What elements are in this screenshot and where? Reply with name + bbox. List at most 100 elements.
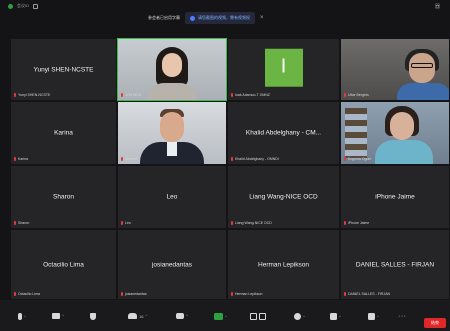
chevron-up-icon[interactable]: ^ xyxy=(303,314,305,319)
gallery-grid: Yunyi SHEN-NCSTE Yunyi SHEN-NCSTE JYM NI… xyxy=(10,38,450,300)
chevron-up-icon[interactable]: ^ xyxy=(145,314,147,318)
participant-tile-josianedantas[interactable]: josianedantas josianedantas xyxy=(117,229,227,300)
caption-banner: 参会者已启用字幕 请您截图的视频，需有视频权 × xyxy=(142,10,270,26)
participant-name: Herman Lepikson xyxy=(258,261,309,268)
participant-tile-khalid[interactable]: Khalid Abdelghany - CM... Khalid Abdelgh… xyxy=(227,101,340,165)
chevron-up-icon[interactable]: ^ xyxy=(225,314,227,319)
chevron-up-icon[interactable]: ^ xyxy=(377,314,379,319)
participant-label: JYM NICE xyxy=(121,93,141,97)
grid-icon xyxy=(33,3,38,9)
security-shield-icon xyxy=(8,3,13,9)
participant-tile-chenlei[interactable]: Chenlei xyxy=(117,101,227,165)
muted-mic-icon xyxy=(121,221,123,225)
meeting-id-text: 会议ID xyxy=(17,3,29,8)
participant-name: DANIEL SALLES - FIRJAN xyxy=(355,261,435,268)
chevron-up-icon[interactable]: ^ xyxy=(62,314,64,318)
participant-label: Karina xyxy=(14,157,28,161)
participant-tile-sharon[interactable]: Sharon Sharon xyxy=(10,165,117,229)
participant-video xyxy=(118,39,226,100)
meeting-window: 会议ID 器 参会者已启用字幕 请您截图的视频，需有视频权 × Yunyi SH… xyxy=(0,0,450,331)
muted-mic-icon xyxy=(121,157,123,161)
participant-label: Uttar Bergers xyxy=(344,93,369,97)
participant-tile-liang-wang[interactable]: Liang Wang-NICE OCD Liang Wang-NICE OCD xyxy=(227,165,340,229)
participant-tile-octacilio[interactable]: Octacilio Lima Octacilio Lima xyxy=(10,229,117,300)
participant-label: Herman Lepikson xyxy=(231,292,262,296)
chevron-up-icon[interactable]: ^ xyxy=(339,314,341,319)
record-button[interactable] xyxy=(250,313,266,320)
muted-mic-icon xyxy=(14,157,16,161)
apps-button[interactable]: ^ xyxy=(330,313,341,320)
muted-mic-icon xyxy=(14,221,16,225)
video-button[interactable]: ^ xyxy=(52,313,64,319)
share-screen-icon xyxy=(214,313,223,320)
end-meeting-button[interactable]: 结束 xyxy=(424,318,446,328)
participant-label: josianedantas xyxy=(121,292,147,296)
muted-mic-icon xyxy=(14,292,16,296)
chevron-up-icon[interactable]: ^ xyxy=(186,314,188,318)
view-toggle[interactable]: 器 xyxy=(435,3,440,10)
participant-label: Khalid Abdelghany - OMNDI xyxy=(231,157,279,161)
view-icon: 器 xyxy=(434,4,440,10)
shield-icon xyxy=(90,313,96,320)
whiteboard-button[interactable]: ^ xyxy=(368,313,379,320)
participant-label: Sharon xyxy=(14,221,29,225)
chat-button[interactable]: ^ xyxy=(176,313,188,319)
meeting-info[interactable]: 会议ID xyxy=(8,3,38,9)
more-button[interactable]: ··· xyxy=(398,313,407,320)
security-button[interactable] xyxy=(90,313,96,320)
reactions-button[interactable]: ^ xyxy=(294,313,305,320)
share-screen-button[interactable]: ^ xyxy=(214,313,227,320)
participant-tile-eugenia[interactable]: Eugenia Ogum xyxy=(340,101,450,165)
layout-icon xyxy=(259,313,266,320)
chat-icon xyxy=(176,313,184,319)
participant-name: Sharon xyxy=(53,193,74,201)
participant-tile-yunyi-shen[interactable]: Yunyi SHEN-NCSTE Yunyi SHEN-NCSTE xyxy=(10,38,117,101)
camera-icon xyxy=(52,313,60,319)
info-icon xyxy=(190,15,195,21)
mute-button[interactable]: ^ xyxy=(18,313,26,320)
participant-label: Eugenia Ogum xyxy=(344,157,371,161)
banner-close-button[interactable]: × xyxy=(260,15,264,21)
participant-label: iPhone Jaime xyxy=(344,221,369,225)
participant-label: Yunyi SHEN-NCSTE xyxy=(14,93,50,97)
top-bar: 会议ID 器 参会者已启用字幕 请您截图的视频，需有视频权 × xyxy=(0,0,450,38)
participant-name: Yunyi SHEN-NCSTE xyxy=(33,66,94,73)
muted-mic-icon xyxy=(231,292,233,296)
participant-name: Liang Wang-NICE OCD xyxy=(249,193,318,201)
muted-mic-icon xyxy=(344,157,346,161)
participant-video xyxy=(341,102,449,164)
participant-label: DANIEL SALLES - FIRJAN xyxy=(344,292,390,296)
participant-tile-jym-nice[interactable]: JYM NICE xyxy=(117,38,227,101)
participant-label: Octacilio Lima xyxy=(14,292,40,296)
participant-label: Iuak Adamou-T OMNZ xyxy=(231,93,270,97)
people-icon xyxy=(128,313,137,319)
whiteboard-icon xyxy=(368,313,375,320)
muted-mic-icon xyxy=(231,221,233,225)
participant-tile-karina[interactable]: Karina Karina xyxy=(10,101,117,165)
banner-link[interactable]: 请您截图的视频，需有视频权 xyxy=(185,12,255,24)
meeting-toolbar: ^ ^ 16 ^ ^ ^ ^ ^ ^ ··· xyxy=(0,300,450,331)
participant-tile-iuak[interactable]: I Iuak Adamou-T OMNZ xyxy=(227,38,340,101)
chevron-up-icon[interactable]: ^ xyxy=(24,314,26,319)
apps-icon xyxy=(330,313,337,320)
muted-mic-icon xyxy=(121,292,123,296)
more-icon: ··· xyxy=(398,313,407,320)
participant-tile-uttar[interactable]: Uttar Bergers xyxy=(340,38,450,101)
muted-mic-icon xyxy=(344,93,346,97)
participant-name: Khalid Abdelghany - CM... xyxy=(245,129,322,137)
participant-video xyxy=(118,102,226,164)
participant-tile-leo[interactable]: Leo Leo xyxy=(117,165,227,229)
participant-name: josianedantas xyxy=(151,261,193,268)
participant-tile-daniel-salles[interactable]: DANIEL SALLES - FIRJAN DANIEL SALLES - F… xyxy=(340,229,450,300)
banner-text: 参会者已启用字幕 xyxy=(148,15,180,20)
participant-tile-iphone-jaime[interactable]: iPhone Jaime iPhone Jaime xyxy=(340,165,450,229)
muted-mic-icon xyxy=(14,93,16,97)
banner-link-text: 请您截图的视频，需有视频权 xyxy=(198,15,250,20)
participant-label: Leo xyxy=(121,221,131,225)
participants-button[interactable]: 16 ^ xyxy=(128,313,147,319)
participant-video xyxy=(341,39,449,100)
participant-tile-herman[interactable]: Herman Lepikson Herman Lepikson xyxy=(227,229,340,300)
participant-name: Octacilio Lima xyxy=(43,261,84,268)
muted-mic-icon xyxy=(231,93,233,97)
participant-name: iPhone Jaime xyxy=(375,193,415,201)
